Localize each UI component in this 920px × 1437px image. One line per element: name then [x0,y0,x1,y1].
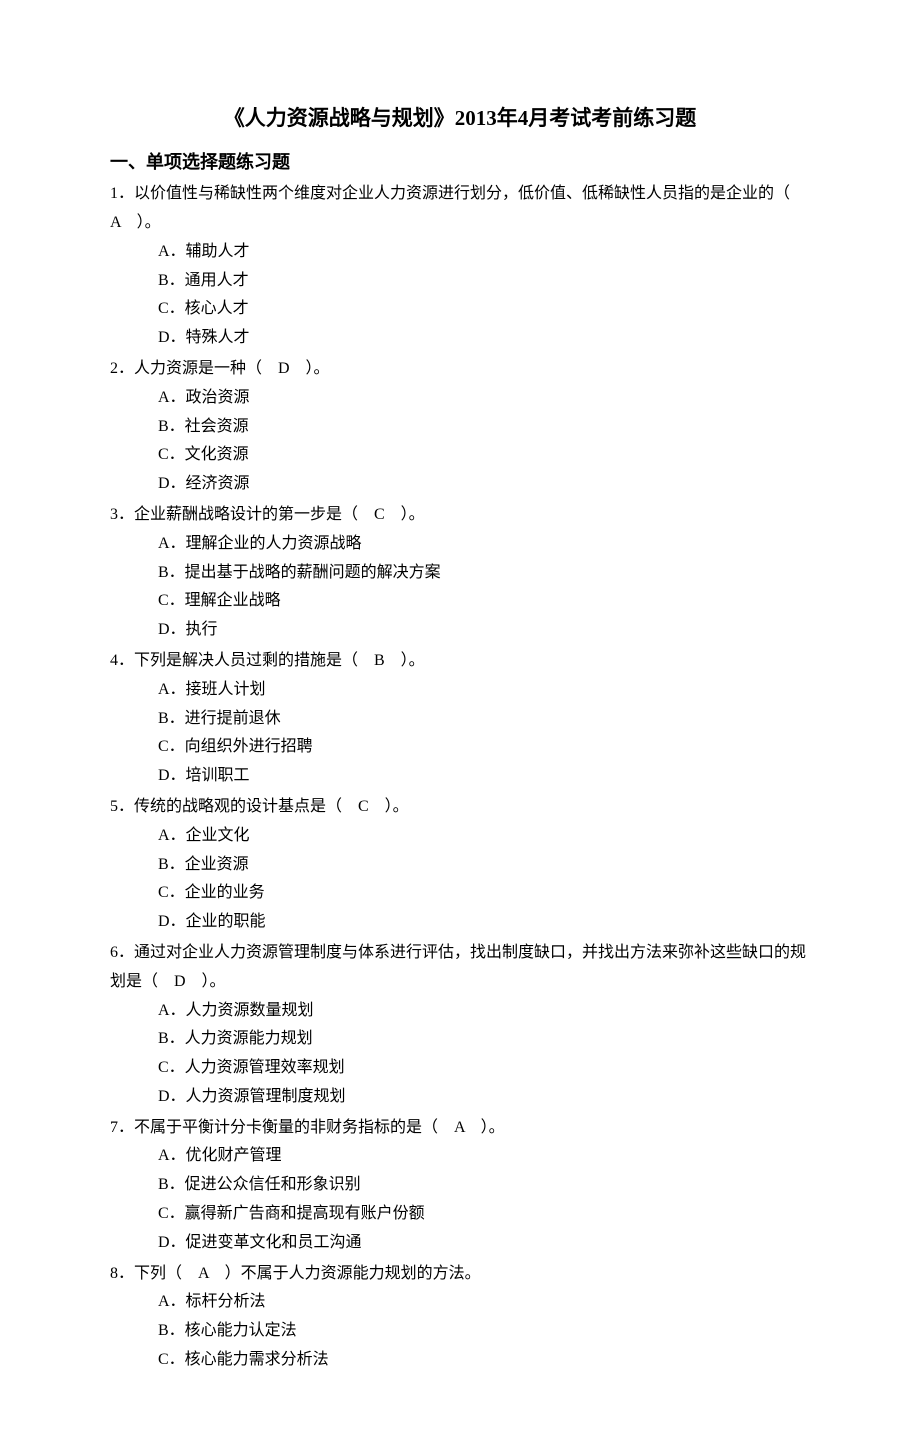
question-text: 7．不属于平衡计分卡衡量的非财务指标的是（ A ）。 [110,1114,810,1143]
option-a: A．标杆分析法 [158,1288,810,1317]
options: A．接班人计划 B．进行提前退休 C．向组织外进行招聘 D．培训职工 [110,676,810,791]
option-b: B．进行提前退休 [158,705,810,734]
option-d: D．经济资源 [158,470,810,499]
option-d: D．培训职工 [158,762,810,791]
question-1: 1．以价值性与稀缺性两个维度对企业人力资源进行划分，低价值、低稀缺性人员指的是企… [110,180,810,353]
option-d: D．企业的职能 [158,908,810,937]
question-5: 5．传统的战略观的设计基点是（ C ）。 A．企业文化 B．企业资源 C．企业的… [110,793,810,937]
question-text: 6．通过对企业人力资源管理制度与体系进行评估，找出制度缺口，并找出方法来弥补这些… [110,939,810,997]
option-c: C．人力资源管理效率规划 [158,1054,810,1083]
question-text: 4．下列是解决人员过剩的措施是（ B ）。 [110,647,810,676]
options: A．优化财产管理 B．促进公众信任和形象识别 C．赢得新广告商和提高现有账户份额… [110,1142,810,1257]
options: A．政治资源 B．社会资源 C．文化资源 D．经济资源 [110,384,810,499]
option-c: C．赢得新广告商和提高现有账户份额 [158,1200,810,1229]
section-header: 一、单项选择题练习题 [110,146,810,178]
options: A．标杆分析法 B．核心能力认定法 C．核心能力需求分析法 [110,1288,810,1374]
question-3: 3．企业薪酬战略设计的第一步是（ C ）。 A．理解企业的人力资源战略 B．提出… [110,501,810,645]
option-d: D．人力资源管理制度规划 [158,1083,810,1112]
question-2: 2．人力资源是一种（ D ）。 A．政治资源 B．社会资源 C．文化资源 D．经… [110,355,810,499]
option-a: A．理解企业的人力资源战略 [158,530,810,559]
question-8: 8．下列（ A ）不属于人力资源能力规划的方法。 A．标杆分析法 B．核心能力认… [110,1260,810,1375]
option-d: D．执行 [158,616,810,645]
option-b: B．促进公众信任和形象识别 [158,1171,810,1200]
option-d: D．特殊人才 [158,324,810,353]
option-b: B．提出基于战略的薪酬问题的解决方案 [158,559,810,588]
question-text: 2．人力资源是一种（ D ）。 [110,355,810,384]
option-a: A．优化财产管理 [158,1142,810,1171]
option-b: B．社会资源 [158,413,810,442]
option-b: B．人力资源能力规划 [158,1025,810,1054]
option-a: A．企业文化 [158,822,810,851]
question-7: 7．不属于平衡计分卡衡量的非财务指标的是（ A ）。 A．优化财产管理 B．促进… [110,1114,810,1258]
options: A．企业文化 B．企业资源 C．企业的业务 D．企业的职能 [110,822,810,937]
options: A．辅助人才 B．通用人才 C．核心人才 D．特殊人才 [110,238,810,353]
option-a: A．人力资源数量规划 [158,997,810,1026]
option-c: C．文化资源 [158,441,810,470]
options: A．人力资源数量规划 B．人力资源能力规划 C．人力资源管理效率规划 D．人力资… [110,997,810,1112]
option-c: C．企业的业务 [158,879,810,908]
question-text: 1．以价值性与稀缺性两个维度对企业人力资源进行划分，低价值、低稀缺性人员指的是企… [110,180,810,238]
option-b: B．核心能力认定法 [158,1317,810,1346]
page-title: 《人力资源战略与规划》2013年4月考试考前练习题 [110,100,810,138]
question-text: 3．企业薪酬战略设计的第一步是（ C ）。 [110,501,810,530]
options: A．理解企业的人力资源战略 B．提出基于战略的薪酬问题的解决方案 C．理解企业战… [110,530,810,645]
option-c: C．理解企业战略 [158,587,810,616]
option-a: A．辅助人才 [158,238,810,267]
option-b: B．通用人才 [158,267,810,296]
question-text: 8．下列（ A ）不属于人力资源能力规划的方法。 [110,1260,810,1289]
question-6: 6．通过对企业人力资源管理制度与体系进行评估，找出制度缺口，并找出方法来弥补这些… [110,939,810,1112]
option-b: B．企业资源 [158,851,810,880]
question-4: 4．下列是解决人员过剩的措施是（ B ）。 A．接班人计划 B．进行提前退休 C… [110,647,810,791]
option-c: C．核心能力需求分析法 [158,1346,810,1375]
option-d: D．促进变革文化和员工沟通 [158,1229,810,1258]
option-a: A．接班人计划 [158,676,810,705]
option-c: C．向组织外进行招聘 [158,733,810,762]
question-text: 5．传统的战略观的设计基点是（ C ）。 [110,793,810,822]
option-c: C．核心人才 [158,295,810,324]
option-a: A．政治资源 [158,384,810,413]
